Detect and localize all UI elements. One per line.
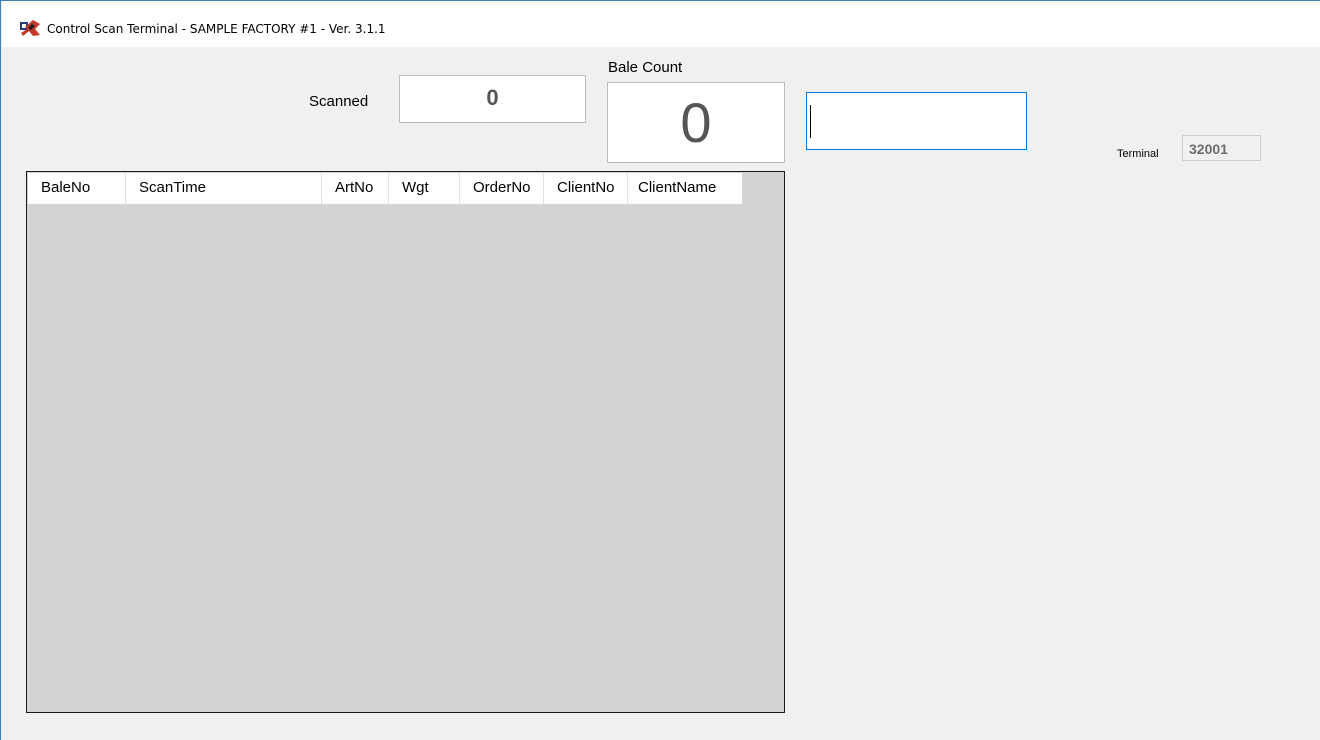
column-header-wgt[interactable]: Wgt (389, 173, 460, 204)
text-caret (810, 105, 811, 138)
grid-header-row: BaleNo ScanTime ArtNo Wgt OrderNo Client… (28, 173, 742, 204)
scan-input[interactable] (806, 92, 1027, 150)
column-header-baleno[interactable]: BaleNo (28, 173, 126, 204)
scanner-app-icon (20, 20, 40, 36)
bale-count-box: 0 (607, 82, 785, 163)
title-bar[interactable]: Control Scan Terminal - SAMPLE FACTORY #… (2, 1, 1320, 47)
window-title: Control Scan Terminal - SAMPLE FACTORY #… (47, 22, 386, 36)
bale-count-value: 0 (680, 91, 712, 154)
column-header-artno[interactable]: ArtNo (322, 173, 389, 204)
scanned-label: Scanned (309, 93, 369, 110)
main-window: Control Scan Terminal - SAMPLE FACTORY #… (0, 0, 1320, 740)
column-header-clientno[interactable]: ClientNo (544, 173, 628, 204)
bale-count-label: Bale Count (608, 59, 683, 76)
terminal-label: Terminal (1117, 148, 1159, 160)
scanned-count-value: 0 (486, 85, 499, 110)
grid-body[interactable] (28, 204, 783, 711)
column-header-clientname[interactable]: ClientName (628, 173, 742, 204)
bale-scan-grid[interactable]: BaleNo ScanTime ArtNo Wgt OrderNo Client… (26, 171, 785, 713)
scanned-count-box: 0 (399, 75, 586, 123)
column-header-scantime[interactable]: ScanTime (126, 173, 322, 204)
column-header-orderno[interactable]: OrderNo (460, 173, 544, 204)
terminal-id-field[interactable]: 32001 (1182, 135, 1261, 161)
